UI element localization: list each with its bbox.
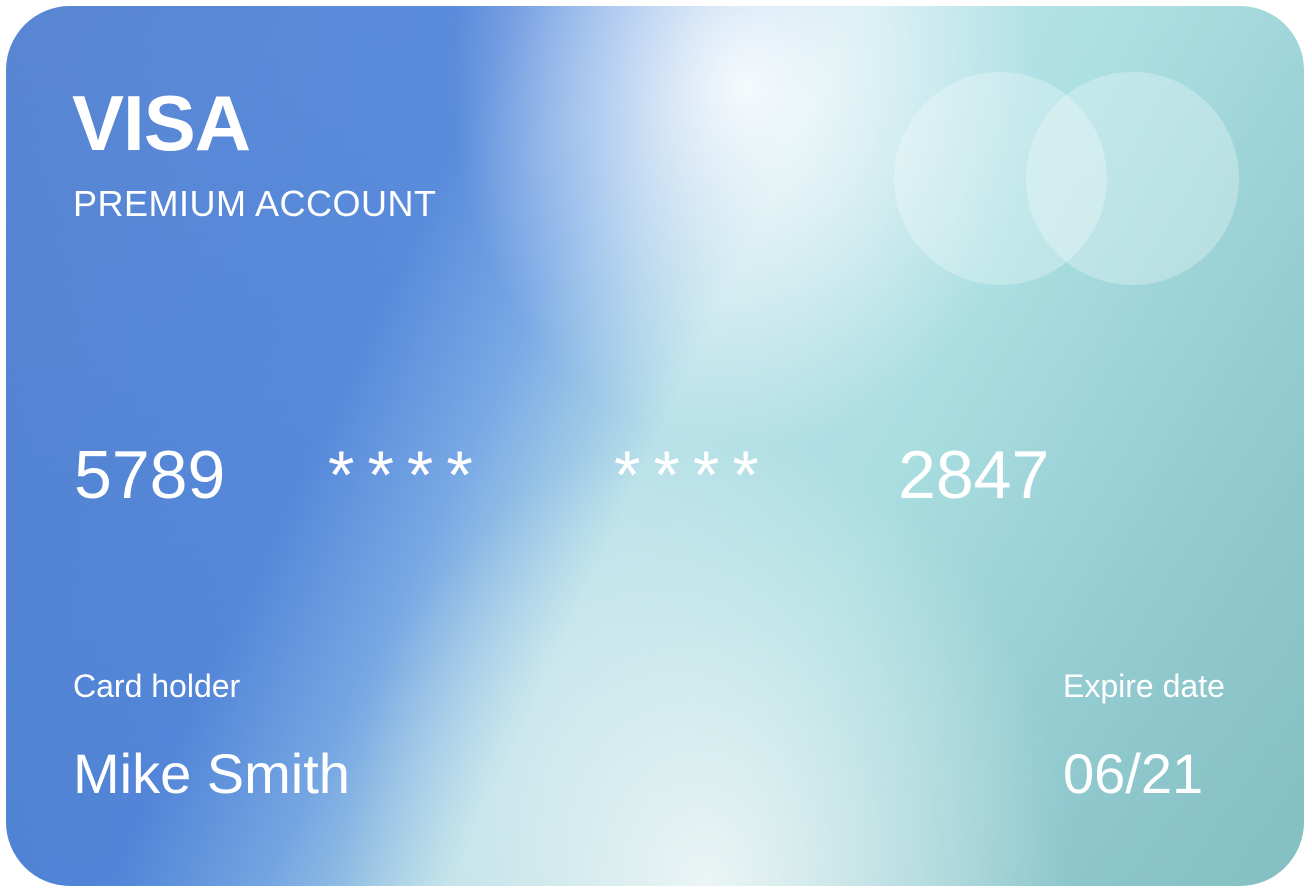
account-type: PREMIUM ACCOUNT	[73, 183, 437, 224]
card-number-group-1: 5789	[74, 437, 226, 513]
circles-logo-icon	[894, 72, 1240, 285]
card-number-group-2: ****	[328, 437, 486, 513]
circle-right-icon	[1026, 72, 1239, 285]
expire-date-label: Expire date	[1063, 668, 1225, 704]
card-number-group-3: ****	[614, 437, 772, 513]
card-number-group-4: 2847	[898, 437, 1050, 513]
card-holder-label: Card holder	[73, 668, 241, 704]
card-brand: VISA	[72, 79, 251, 167]
credit-card: VISA PREMIUM ACCOUNT 5789 **** **** 2847…	[6, 6, 1304, 886]
card-holder-name: Mike Smith	[73, 742, 350, 805]
expire-date-value: 06/21	[1063, 742, 1204, 805]
